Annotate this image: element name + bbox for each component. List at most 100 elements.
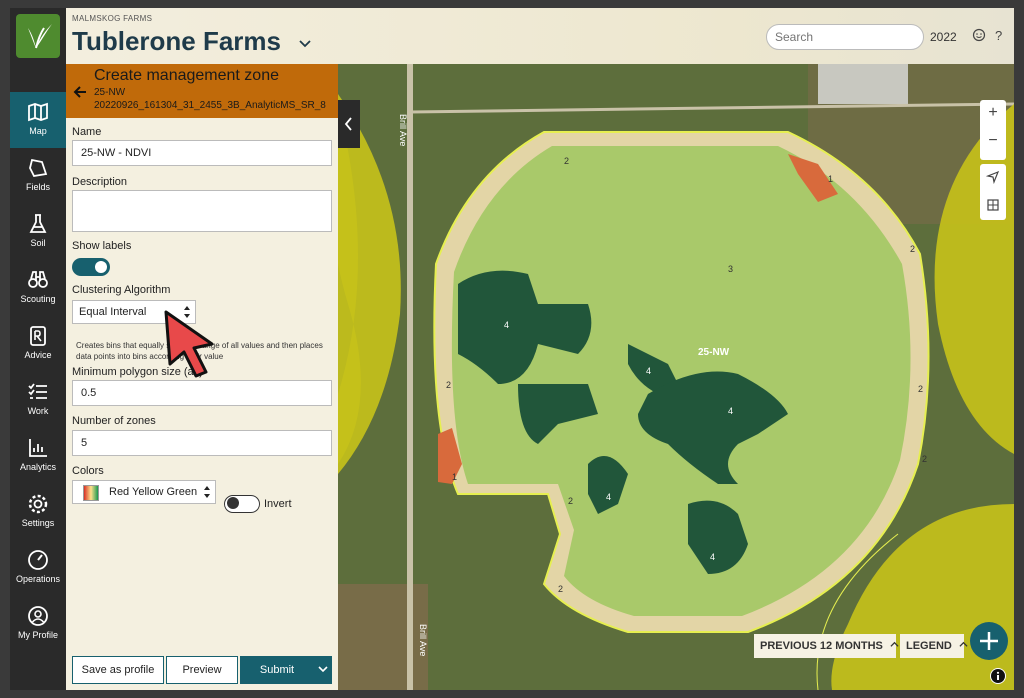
nav-soil[interactable]: Soil [10,204,66,260]
svg-text:?: ? [995,28,1002,42]
smiley-icon[interactable] [972,28,986,42]
nav-operations[interactable]: Operations [10,540,66,596]
add-button[interactable] [970,622,1008,660]
locate-arrow-icon[interactable] [986,170,1000,184]
nav-map[interactable]: Map [10,92,66,148]
previous-12-months-button[interactable]: PREVIOUS 12 MONTHS [754,634,899,658]
nav-fields[interactable]: Fields [10,148,66,204]
zoom-in-button[interactable]: + [980,104,1006,122]
app-logo[interactable] [16,14,60,58]
zoom-out-button[interactable]: − [980,132,1006,150]
panel-header: Create management zone 25-NW 20220926_16… [66,64,338,118]
nav-scouting[interactable]: Scouting [10,260,66,316]
zone-label: 4 [710,552,716,562]
zoom-control: + − [980,100,1006,160]
nav-my-profile-label: My Profile [17,630,58,640]
nav-my-profile[interactable]: My Profile [10,596,66,652]
chevron-up-icon [890,641,899,647]
clustering-algorithm-value: Equal Interval [79,306,147,318]
checklist-icon [28,383,47,399]
number-of-zones-input[interactable] [72,430,332,456]
satellite-map [338,64,1014,690]
gauge-icon [28,550,48,570]
org-name: MALMSKOG FARMS [72,14,153,23]
nav-analytics-label: Analytics [19,462,56,472]
show-labels-label: Show labels [72,240,132,252]
app-window: Map Fields Soil Scouting Advice Work Ana… [10,8,1014,690]
map-view[interactable]: 25-NW Brill Ave Brill Ave 2 1 2 3 4 4 2 … [338,64,1014,690]
chevron-down-icon[interactable] [298,36,312,50]
description-textarea[interactable] [72,190,332,232]
legend-button[interactable]: LEGEND [900,634,968,658]
nav-operations-label: Operations [15,574,61,584]
nav-map-label: Map [29,126,47,136]
nav-work-label: Work [27,406,49,416]
toggle-knob [227,497,239,509]
description-label: Description [72,176,128,188]
field-name-label: 25-NW [698,347,730,358]
info-button[interactable] [990,668,1006,684]
panel-title: Create management zone [94,67,279,84]
map-icon [28,102,48,122]
zone-label: 2 [910,244,916,254]
nav-scouting-label: Scouting [20,294,56,304]
invert-label: Invert [264,498,292,510]
nav-analytics[interactable]: Analytics [10,428,66,484]
nav-advice-label: Advice [24,350,52,360]
plus-icon [980,632,998,650]
collapse-panel-button[interactable] [338,100,360,148]
select-arrows-icon [204,486,210,498]
analytics-icon [29,439,47,457]
submit-options-button[interactable] [314,656,332,684]
previous-label: PREVIOUS 12 MONTHS [760,640,883,652]
zone-label: 1 [828,174,834,184]
nav-soil-label: Soil [30,238,46,248]
name-input[interactable] [72,140,332,166]
nav-settings[interactable]: Settings [10,484,66,540]
zone-label: 2 [568,496,574,506]
info-icon [991,669,1005,683]
colors-value: Red Yellow Green [109,486,198,498]
nav-work[interactable]: Work [10,372,66,428]
farm-title[interactable]: Tublerone Farms [72,26,281,57]
year-selector[interactable]: 2022 [930,30,957,44]
left-nav-rail: Map Fields Soil Scouting Advice Work Ana… [10,8,66,690]
gear-icon [28,494,48,514]
show-labels-toggle[interactable] [72,258,110,276]
nav-advice[interactable]: Advice [10,316,66,372]
preview-button[interactable]: Preview [166,656,238,684]
zone-label: 4 [504,320,510,330]
save-as-profile-button[interactable]: Save as profile [72,656,164,684]
colors-select[interactable]: Red Yellow Green [72,480,216,504]
road-label: Brill Ave [418,624,428,657]
submit-button[interactable]: Submit [240,656,314,684]
legend-label: LEGEND [906,640,952,652]
layers-icon[interactable] [986,198,1000,212]
chevron-left-icon [344,117,352,131]
zone-label: 4 [646,366,652,376]
zone-label: 2 [558,584,564,594]
panel-field-name: 25-NW [94,87,126,98]
toggle-knob [95,261,107,273]
map-tools-control [980,164,1006,220]
arrow-left-icon[interactable] [72,84,88,100]
chevron-up-icon [959,641,968,647]
user-icon [28,606,48,626]
name-label: Name [72,126,102,138]
zone-label: 2 [922,454,928,464]
nav-settings-label: Settings [21,518,55,528]
flask-icon [29,214,47,233]
zone-label: 2 [564,156,570,166]
min-polygon-input[interactable] [72,380,332,406]
zone-label: 4 [728,406,734,416]
search-input[interactable] [766,24,924,50]
fields-icon [29,158,48,177]
binoculars-icon [28,271,48,288]
road-label: Brill Ave [398,114,408,147]
help-icon[interactable]: ? [992,28,1006,42]
invert-toggle[interactable] [224,495,260,513]
zone-label: 2 [918,384,924,394]
zone-label: 2 [446,380,452,390]
nav-fields-label: Fields [25,182,50,192]
colors-label: Colors [72,465,104,477]
